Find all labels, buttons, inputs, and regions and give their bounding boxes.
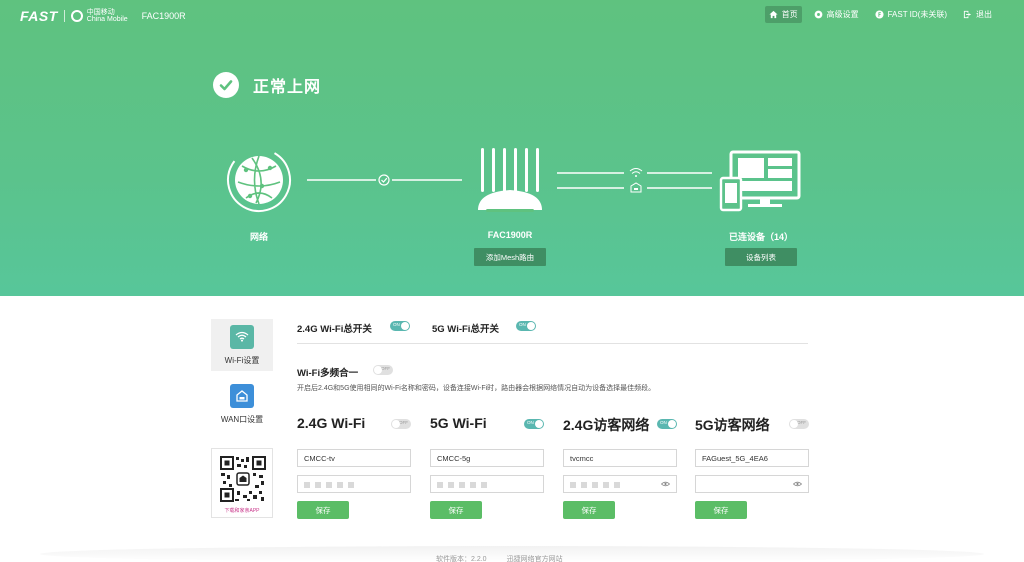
devices-icon[interactable] [719,150,801,212]
toggle-knob [535,420,543,428]
toggle-state-text: OFF [797,420,806,425]
ssid-input-24g[interactable]: CMCC-tv [297,449,411,467]
band-toggle-24g[interactable]: OFF [391,419,411,429]
toggle-knob [527,322,535,330]
official-site-link[interactable]: 迅捷网络官方网站 [507,554,563,562]
sidebar-item-wifi[interactable]: Wi-Fi设置 [211,319,273,371]
toggle-knob [401,322,409,330]
lan-link [557,168,712,193]
add-mesh-button[interactable]: 添加Mesh路由 [474,248,546,266]
eye-icon[interactable] [793,481,802,487]
toggle-state-text: ON [527,420,534,425]
toggle-knob [668,420,676,428]
network-label: 网络 [249,232,268,242]
router-label: FAC1900R [487,230,533,240]
sidebar-item-label: Wi-Fi设置 [224,355,260,365]
eye-icon[interactable] [661,481,670,487]
ssid-input-guest-5g[interactable]: FAGuest_5G_4EA6 [695,449,809,467]
software-version: 软件版本：2.2.0 [436,556,487,562]
band-title-5g: 5G Wi-Fi [430,415,487,431]
toggle-state-text: OFF [381,366,390,371]
toggle-knob [392,420,400,428]
band-toggle-5g[interactable]: ON [524,419,544,429]
save-button-5g[interactable]: 保存 [430,501,482,519]
band-merge-label: Wi-Fi多频合一 [297,368,359,379]
band-toggle-guest-24g[interactable]: ON [657,419,677,429]
wan-link [307,174,462,186]
toggle-knob [790,420,798,428]
ssid-input-guest-24g[interactable]: tvcmcc [563,449,677,467]
device-list-button[interactable]: 设备列表 [725,248,797,266]
toggle-state-text: OFF [399,420,408,425]
globe-icon[interactable] [217,138,302,223]
section-divider [297,343,808,344]
band-title-guest-5g: 5G访客网络 [695,417,770,433]
ssid-input-5g[interactable]: CMCC-5g [430,449,544,467]
router-icon[interactable] [478,148,542,212]
connected-devices-label: 已连设备（14） [728,232,793,242]
wifi-icon [230,324,254,349]
password-input-guest-5g[interactable] [695,475,809,493]
sidebar-item-label: WAN口设置 [220,414,264,424]
save-button-24g[interactable]: 保存 [297,501,349,519]
status-hero: FAST 中国移动 China Mobile FAC1900R 首页 高级设置 … [0,0,1024,296]
app-qr-code: 下载和家亲APP [211,448,273,518]
footer: 软件版本：2.2.0 迅捷网络官方网站 [436,554,563,562]
toggle-state-text: ON [660,420,667,425]
wifi-5g-master-label: 5G Wi-Fi总开关 [432,324,499,335]
band-merge-toggle[interactable]: OFF [373,365,393,375]
password-input-5g[interactable] [430,475,544,493]
settings-card [0,296,1024,562]
toggle-knob [374,366,382,374]
save-button-guest-5g[interactable]: 保存 [695,501,747,519]
password-input-24g[interactable] [297,475,411,493]
qr-caption: 下载和家亲APP [224,508,260,514]
sidebar-item-wan[interactable]: WAN口设置 [211,378,273,430]
wifi-24g-master-toggle[interactable]: ON [390,321,410,331]
band-toggle-guest-5g[interactable]: OFF [789,419,809,429]
toggle-state-text: ON [519,322,526,327]
wan-icon [230,383,254,408]
band-merge-description: 开启后2.4G和5G使用相同的Wi-Fi名称和密码，设备连接Wi-Fi时，路由器… [297,385,656,392]
wifi-5g-master-toggle[interactable]: ON [516,321,536,331]
password-input-guest-24g[interactable] [563,475,677,493]
band-title-24g: 2.4G Wi-Fi [297,415,366,431]
toggle-state-text: ON [393,322,400,327]
qr-code-icon [220,456,266,502]
wifi-24g-master-label: 2.4G Wi-Fi总开关 [297,324,372,335]
band-title-guest-24g: 2.4G访客网络 [563,417,650,433]
save-button-guest-24g[interactable]: 保存 [563,501,615,519]
